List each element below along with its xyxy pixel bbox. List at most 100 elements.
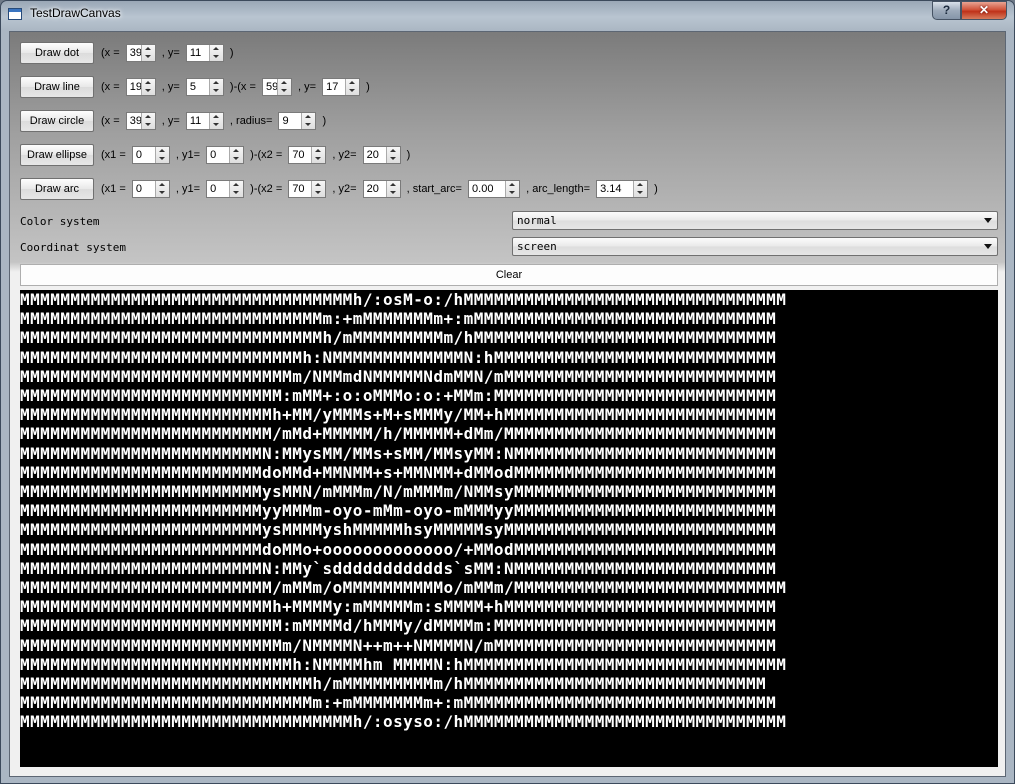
spinbox-arrows-icon[interactable] — [311, 181, 326, 197]
param-spinbox[interactable]: 70 — [288, 180, 327, 198]
canvas-line: MMMMMMMMMMMMMMMMMMMMMMMMMM:mMM+:o:oMMMo:… — [20, 386, 777, 405]
canvas-line: MMMMMMMMMMMMMMMMMMMMMMMMMMMMMMm:+mMMMMMM… — [20, 309, 777, 329]
spinbox-arrows-icon[interactable] — [385, 181, 400, 197]
param-label: , radius= — [226, 115, 276, 127]
param-label: , start_arc= — [403, 183, 466, 195]
window-title: TestDrawCanvas — [30, 6, 121, 20]
canvas-line: MMMMMMMMMMMMMMMMMMMMMMMMMMMMMMMMMh/:osys… — [20, 712, 787, 732]
spinbox-value: 9 — [282, 115, 289, 127]
spinbox-value: 20 — [366, 183, 379, 195]
param-label: , y2= — [329, 149, 360, 161]
param-label: (x1 = — [101, 149, 129, 161]
spinbox-arrows-icon[interactable] — [140, 113, 155, 129]
canvas-line: MMMMMMMMMMMMMMMMMMMMMMMMM/mMMm/oMMMMMMMM… — [20, 578, 787, 597]
draw-button[interactable]: Draw circle — [20, 110, 94, 132]
param-spinbox[interactable]: 3.14 — [596, 180, 649, 198]
coord-system-combobox[interactable]: screen — [512, 237, 998, 256]
spinbox-arrows-icon[interactable] — [208, 113, 223, 129]
param-spinbox[interactable]: 0 — [131, 146, 170, 164]
spinbox-value: 5 — [189, 81, 196, 93]
chevron-down-icon — [984, 244, 992, 249]
param-label: , y= — [158, 81, 183, 93]
spinbox-arrows-icon[interactable] — [140, 45, 155, 61]
param-label: (x = — [101, 47, 123, 59]
param-spinbox[interactable]: 20 — [362, 146, 401, 164]
clear-button[interactable]: Clear — [20, 264, 998, 286]
param-label: ) — [363, 81, 370, 93]
canvas-line: MMMMMMMMMMMMMMMMMMMMMMMMMMMMMMh/mMMMMMMM… — [20, 328, 777, 348]
param-label: ) — [319, 115, 327, 127]
spinbox-value: 0 — [210, 149, 217, 161]
draw-button[interactable]: Draw line — [20, 76, 94, 98]
param-label: (x = — [101, 115, 123, 127]
spinbox-arrows-icon[interactable] — [229, 147, 244, 163]
window-app-icon[interactable] — [8, 8, 22, 20]
canvas-line: MMMMMMMMMMMMMMMMMMMMMMMMMMm/NMMMMN++m++N… — [20, 635, 777, 655]
spinbox-value: 0 — [135, 183, 142, 195]
param-label: , y= — [158, 115, 183, 127]
spinbox-arrows-icon[interactable] — [154, 181, 169, 197]
spinbox-arrows-icon[interactable] — [311, 147, 326, 163]
spinbox-arrows-icon[interactable] — [276, 79, 291, 95]
param-spinbox[interactable]: 11 — [185, 112, 224, 130]
param-label: , y1= — [172, 149, 204, 161]
spinbox-value: 70 — [292, 149, 305, 161]
close-button[interactable]: ✕ — [961, 1, 1007, 20]
spinbox-arrows-icon[interactable] — [301, 113, 316, 129]
spinbox-arrows-icon[interactable] — [208, 79, 223, 95]
draw-row: Draw line (x = 19 , y= 5 )-(x = 59 , y= 1… — [20, 76, 370, 98]
param-spinbox[interactable]: 39 — [125, 44, 156, 62]
spinbox-arrows-icon[interactable] — [633, 181, 648, 197]
spinbox-arrows-icon[interactable] — [154, 147, 169, 163]
canvas-line: MMMMMMMMMMMMMMMMMMMMMMMMMh+MMMMy:mMMMMMm… — [20, 597, 777, 617]
param-label: )-(x2 = — [247, 183, 286, 195]
param-label: )-(x2 = — [247, 149, 286, 161]
spinbox-value: 17 — [326, 81, 339, 93]
ascii-canvas[interactable]: MMMMMMMMMMMMMMMMMMMMMMMMMMMMMMMMMh/:osM-… — [20, 290, 998, 767]
param-spinbox[interactable]: 20 — [362, 180, 401, 198]
canvas-line: MMMMMMMMMMMMMMMMMMMMMMMMN:MMysMM/MMs+sMM… — [20, 443, 777, 463]
param-spinbox[interactable]: 0 — [206, 180, 245, 198]
param-label: ) — [403, 149, 411, 161]
canvas-line: MMMMMMMMMMMMMMMMMMMMMMMMMMMMMMMMMh/:osM-… — [20, 290, 787, 309]
spinbox-arrows-icon[interactable] — [208, 45, 223, 61]
spinbox-arrows-icon[interactable] — [505, 181, 520, 197]
color-system-combobox[interactable]: normal — [512, 211, 998, 230]
param-spinbox[interactable]: 70 — [288, 146, 327, 164]
canvas-line: MMMMMMMMMMMMMMMMMMMMMMMMMM:mMMMMd/hMMMy/… — [20, 616, 777, 636]
param-spinbox[interactable]: 0 — [131, 180, 170, 198]
spinbox-arrows-icon[interactable] — [345, 79, 360, 95]
draw-button[interactable]: Draw arc — [20, 178, 94, 200]
param-spinbox[interactable]: 59 — [261, 78, 292, 96]
help-button[interactable]: ? — [932, 1, 961, 20]
canvas-line: MMMMMMMMMMMMMMMMMMMMMMMMdoMMd+MMNMM+s+MM… — [20, 462, 777, 482]
param-spinbox[interactable]: 5 — [185, 78, 224, 96]
draw-row: Draw ellipse (x1 = 0 , y1= 0 )-(x2 = 70 ,… — [20, 144, 410, 166]
spinbox-arrows-icon[interactable] — [229, 181, 244, 197]
param-spinbox[interactable]: 0 — [206, 146, 245, 164]
param-label: (x1 = — [101, 183, 129, 195]
param-label: , y= — [294, 81, 320, 93]
draw-row: Draw circle (x = 39 , y= 11 , radius= 9 ) — [20, 110, 326, 132]
spinbox-value: 0.00 — [472, 183, 494, 195]
param-label: (x = — [101, 81, 123, 93]
draw-button[interactable]: Draw ellipse — [20, 144, 94, 166]
param-spinbox[interactable]: 39 — [125, 112, 156, 130]
spinbox-arrows-icon[interactable] — [385, 147, 400, 163]
spinbox-arrows-icon[interactable] — [140, 79, 155, 95]
spinbox-value: 0 — [210, 183, 217, 195]
draw-button[interactable]: Draw dot — [20, 42, 94, 64]
param-spinbox[interactable]: 11 — [185, 44, 224, 62]
param-spinbox[interactable]: 0.00 — [468, 180, 521, 198]
client-area: Draw dot (x = 39 , y= 11 ) Draw line (x = 1… — [9, 31, 1006, 777]
title-bar[interactable]: TestDrawCanvas ? ✕ — [1, 1, 1014, 31]
param-spinbox[interactable]: 19 — [125, 78, 156, 96]
draw-row: Draw dot (x = 39 , y= 11 ) — [20, 42, 234, 64]
param-spinbox[interactable]: 17 — [322, 78, 361, 96]
param-spinbox[interactable]: 9 — [278, 112, 317, 130]
param-label: , y= — [158, 47, 183, 59]
spinbox-value: 11 — [189, 115, 202, 127]
coord-system-value: screen — [517, 240, 557, 253]
param-label: , y1= — [172, 183, 204, 195]
canvas-line: MMMMMMMMMMMMMMMMMMMMMMMMMMMMh:NMMMMMMMMM… — [20, 347, 777, 367]
